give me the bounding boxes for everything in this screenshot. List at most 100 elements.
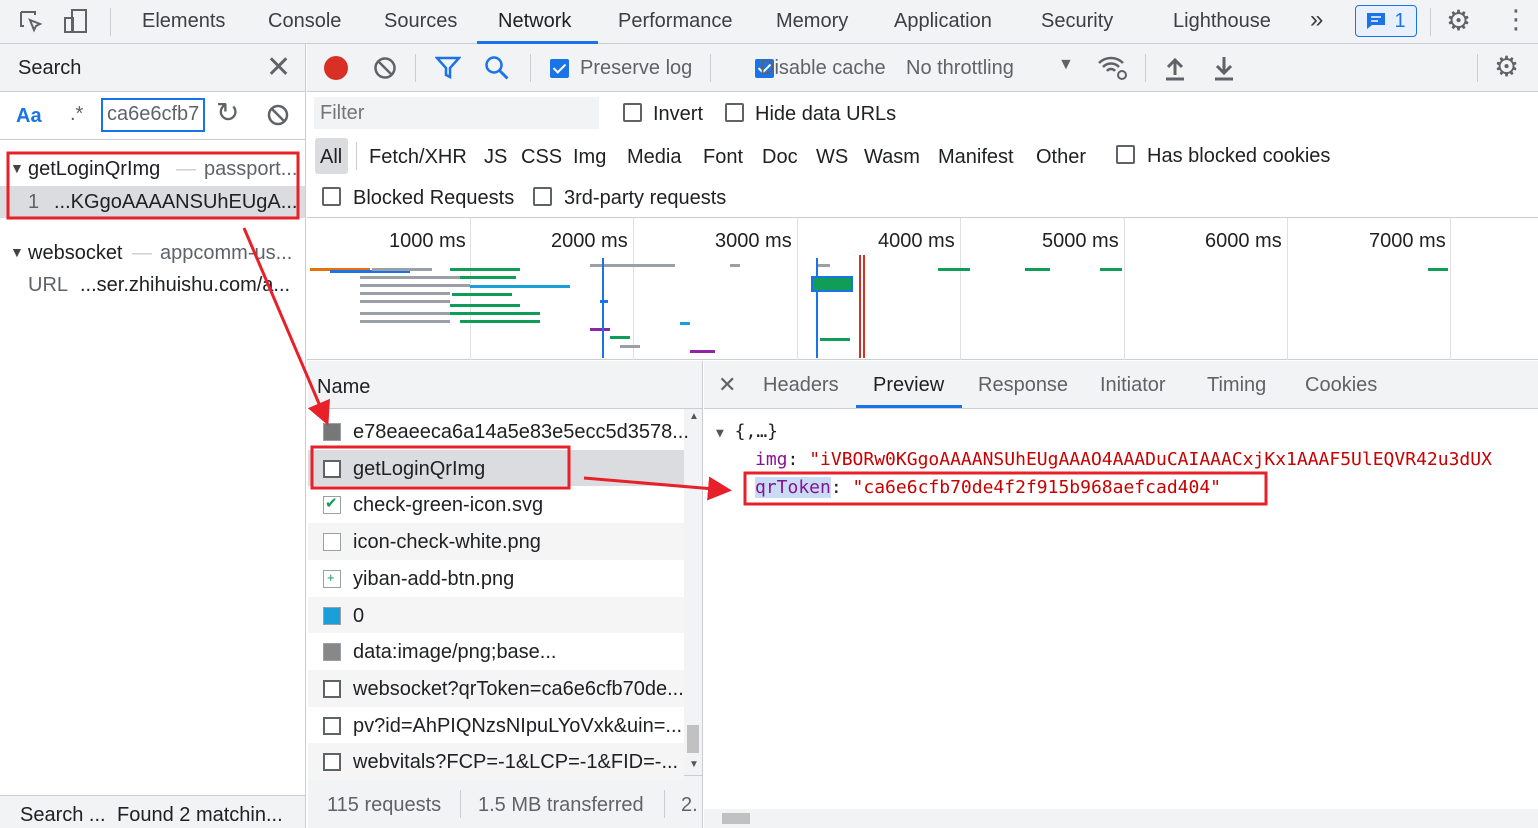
dom-content-loaded-line	[602, 258, 604, 358]
settings-icon[interactable]: ⚙	[1446, 4, 1471, 37]
type-filter-wasm[interactable]: Wasm	[864, 146, 920, 169]
request-name: yiban-add-btn.png	[353, 567, 515, 590]
tab-network[interactable]: Network	[498, 10, 571, 33]
name-column-header[interactable]: Name	[317, 376, 370, 399]
tab-application[interactable]: Application	[894, 10, 992, 33]
overview-selection	[811, 276, 853, 292]
tab-memory[interactable]: Memory	[776, 10, 848, 33]
hide-data-urls-checkbox[interactable]	[725, 103, 744, 122]
tab-sources[interactable]: Sources	[384, 10, 457, 33]
overview-bar	[820, 338, 850, 341]
more-options-icon[interactable]: ⋮	[1503, 4, 1529, 35]
request-row[interactable]: + yiban-add-btn.png	[308, 559, 684, 597]
type-filter-fetch-xhr[interactable]: Fetch/XHR	[369, 146, 467, 169]
tab-timing[interactable]: Timing	[1207, 374, 1266, 397]
network-settings-icon[interactable]: ⚙	[1494, 50, 1519, 83]
request-row[interactable]: icon-check-white.png	[308, 523, 684, 561]
preserve-log-checkbox[interactable]	[550, 59, 569, 79]
request-row[interactable]: data:image/png;base...	[308, 633, 684, 671]
close-search-icon[interactable]: ✕	[266, 50, 291, 85]
more-tabs-button[interactable]: »	[1310, 6, 1323, 34]
inspect-element-icon[interactable]	[18, 9, 44, 35]
issues-badge[interactable]: 1	[1355, 5, 1417, 37]
clear-icon[interactable]	[266, 103, 290, 127]
tab-initiator[interactable]: Initiator	[1100, 374, 1166, 397]
scroll-thumb[interactable]	[687, 725, 699, 753]
filter-input[interactable]	[314, 97, 599, 129]
search-panel: Search ✕ Aa .* ca6e6cfb7 ↻ ▼ getLoginQrI…	[0, 44, 306, 828]
overview-tick: 3000 ms	[715, 230, 792, 252]
filter-icon[interactable]	[435, 56, 461, 80]
device-toolbar-icon[interactable]	[62, 8, 90, 36]
file-type-icon: ✔	[323, 495, 341, 515]
tab-headers[interactable]: Headers	[763, 374, 839, 397]
scrollbar[interactable]: ▲ ▼	[684, 409, 702, 775]
tab-performance[interactable]: Performance	[618, 10, 733, 33]
request-row[interactable]: ✔ check-green-icon.svg	[308, 486, 684, 524]
clear-log-icon[interactable]	[373, 56, 397, 80]
result-file-name[interactable]: websocket	[28, 242, 123, 265]
blocked-requests-checkbox[interactable]	[322, 187, 341, 206]
scroll-down-icon[interactable]: ▼	[689, 759, 699, 770]
preserve-log-label: Preserve log	[580, 57, 693, 79]
type-filter-css[interactable]: CSS	[521, 146, 562, 169]
request-row[interactable]: websocket?qrToken=ca6e6cfb70de...	[308, 669, 684, 707]
tab-preview[interactable]: Preview	[873, 374, 944, 397]
file-type-icon	[323, 716, 341, 735]
export-har-icon[interactable]	[1213, 55, 1235, 81]
search-match-count: Found 2 matchin...	[117, 804, 283, 826]
type-filter-other[interactable]: Other	[1036, 146, 1086, 169]
json-root[interactable]: ▼ {,…}	[716, 421, 778, 442]
tab-lighthouse[interactable]: Lighthouse	[1173, 10, 1271, 33]
network-conditions-icon[interactable]	[1097, 54, 1129, 82]
invert-checkbox[interactable]	[623, 103, 642, 122]
type-filter-js[interactable]: JS	[484, 146, 507, 169]
request-name: getLoginQrImg	[353, 457, 486, 480]
has-blocked-cookies-checkbox[interactable]	[1116, 145, 1135, 164]
overview-tick: 6000 ms	[1205, 230, 1282, 252]
result-source: passport...	[204, 158, 298, 180]
type-filter-media[interactable]: Media	[627, 146, 681, 169]
request-row[interactable]: getLoginQrImg	[308, 449, 684, 487]
type-filter-font[interactable]: Font	[703, 146, 743, 169]
match-case-button[interactable]: Aa	[16, 105, 42, 128]
third-party-checkbox[interactable]	[533, 187, 552, 206]
chevron-down-icon[interactable]: ▼	[1058, 56, 1074, 74]
result-file-name[interactable]: getLoginQrImg	[28, 158, 160, 181]
expand-triangle-icon[interactable]: ▼	[716, 426, 724, 441]
tab-cookies[interactable]: Cookies	[1305, 374, 1377, 397]
type-filter-manifest[interactable]: Manifest	[938, 146, 1014, 169]
transferred-size: 1.5 MB transferred	[478, 794, 644, 816]
close-detail-icon[interactable]: ✕	[718, 372, 736, 398]
request-row[interactable]: e78eaeeca6a14a5e83e5ecc5d3578...	[308, 413, 689, 450]
request-name: 0	[353, 604, 365, 627]
tab-elements[interactable]: Elements	[142, 10, 225, 33]
scroll-up-icon[interactable]: ▲	[689, 411, 699, 422]
scroll-thumb[interactable]	[722, 813, 750, 824]
tab-console[interactable]: Console	[268, 10, 341, 33]
result-match: ...KGgoAAAANSUhEUgA...	[54, 191, 298, 213]
refresh-icon[interactable]: ↻	[216, 96, 239, 129]
horizontal-scrollbar[interactable]	[704, 809, 1538, 828]
overview-bar	[620, 345, 640, 348]
request-name: e78eaeeca6a14a5e83e5ecc5d3578...	[353, 421, 689, 443]
result-match[interactable]: ...ser.zhihuishu.com/a...	[80, 274, 290, 297]
result-match-row[interactable]: 1 ...KGgoAAAANSUhEUgA...	[0, 186, 305, 218]
tab-response[interactable]: Response	[978, 374, 1068, 397]
type-filter-ws[interactable]: WS	[816, 146, 848, 169]
expand-triangle-icon[interactable]: ▼	[10, 244, 24, 260]
throttling-select[interactable]: No throttling	[906, 57, 1014, 80]
type-filter-all[interactable]: All	[320, 146, 342, 169]
request-row[interactable]: pv?id=AhPIQNzsNIpuLYoVxk&uin=...	[308, 706, 684, 744]
search-input[interactable]: ca6e6cfb7	[101, 98, 205, 132]
type-filter-doc[interactable]: Doc	[762, 146, 798, 169]
expand-triangle-icon[interactable]: ▼	[10, 160, 24, 176]
tab-security[interactable]: Security	[1041, 10, 1113, 33]
regex-button[interactable]: .*	[70, 103, 83, 126]
request-row[interactable]: webvitals?FCP=-1&LCP=-1&FID=-...	[308, 743, 684, 781]
request-row[interactable]: 0	[308, 596, 684, 634]
type-filter-img[interactable]: Img	[573, 146, 606, 169]
record-icon[interactable]	[324, 56, 348, 80]
search-icon[interactable]	[484, 55, 510, 81]
import-har-icon[interactable]	[1164, 55, 1186, 81]
